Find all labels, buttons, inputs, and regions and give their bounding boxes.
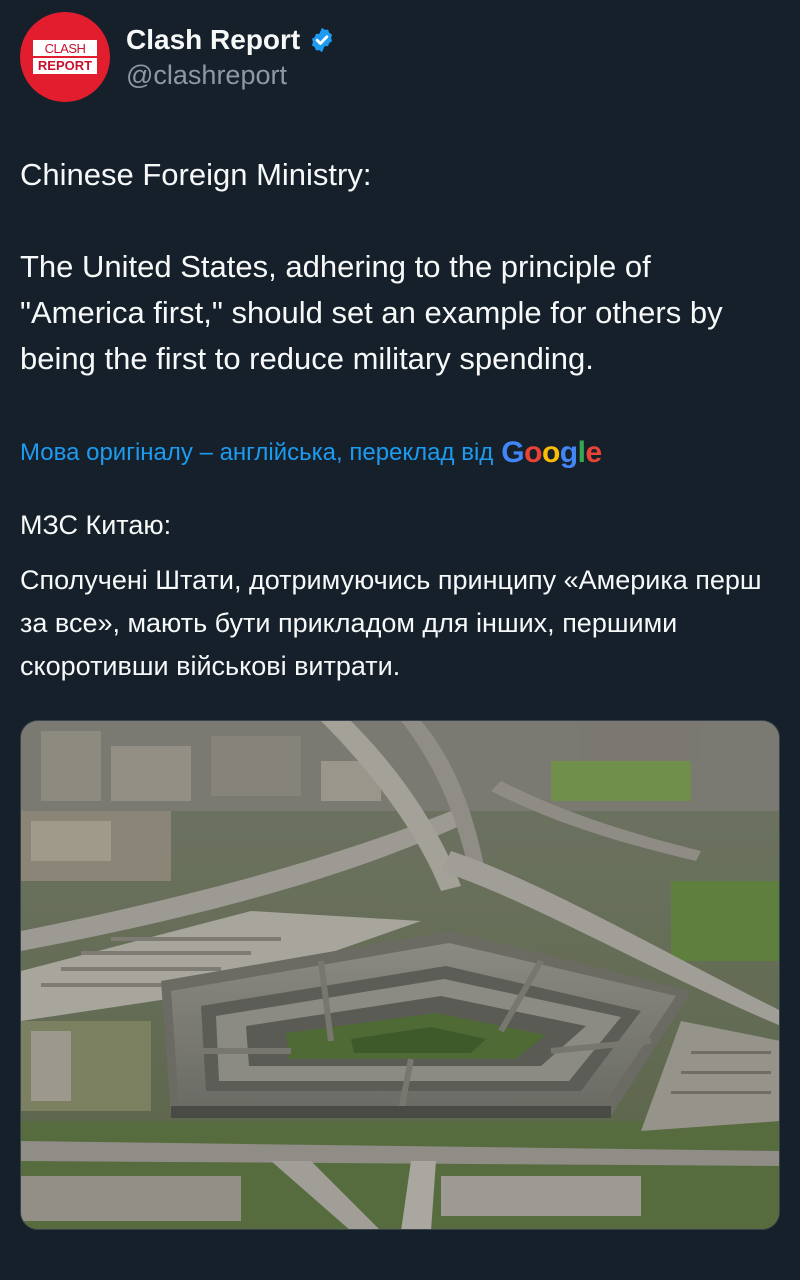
logo-top-text: CLASH	[33, 40, 97, 56]
tweet-text: Chinese Foreign Ministry: The United Sta…	[20, 152, 780, 382]
display-name[interactable]: Clash Report	[126, 24, 300, 56]
translation-notice-text: Мова оригіналу – англійська, переклад ві…	[20, 439, 494, 466]
verified-badge-icon	[312, 27, 333, 52]
account-handle[interactable]: @clashreport	[126, 60, 336, 91]
tweet-header: CLASH REPORT Clash Report @clashreport	[20, 12, 336, 102]
tweet-media-image[interactable]	[20, 720, 780, 1230]
logo-bottom-text: REPORT	[33, 58, 97, 74]
translated-text: МЗС Китаю: Сполучені Штати, дотримуючись…	[20, 504, 780, 688]
translated-text-line: МЗС Китаю:	[20, 510, 172, 540]
translated-text-gap	[20, 547, 780, 559]
translated-text-paragraph: Сполучені Штати, дотримуючись принципу «…	[20, 565, 762, 681]
tweet-text-paragraph: The United States, adhering to the princ…	[20, 249, 723, 376]
google-logo: Google	[501, 436, 602, 469]
name-row: Clash Report	[126, 24, 336, 56]
account-names: Clash Report @clashreport	[126, 24, 336, 91]
tweet-text-gap	[20, 198, 780, 244]
clash-report-logo: CLASH REPORT	[33, 40, 97, 74]
pentagon-aerial-photo	[21, 721, 779, 1229]
translation-notice[interactable]: Мова оригіналу – англійська, переклад ві…	[20, 436, 780, 470]
avatar[interactable]: CLASH REPORT	[20, 12, 110, 102]
tweet-text-line: Chinese Foreign Ministry:	[20, 157, 372, 192]
